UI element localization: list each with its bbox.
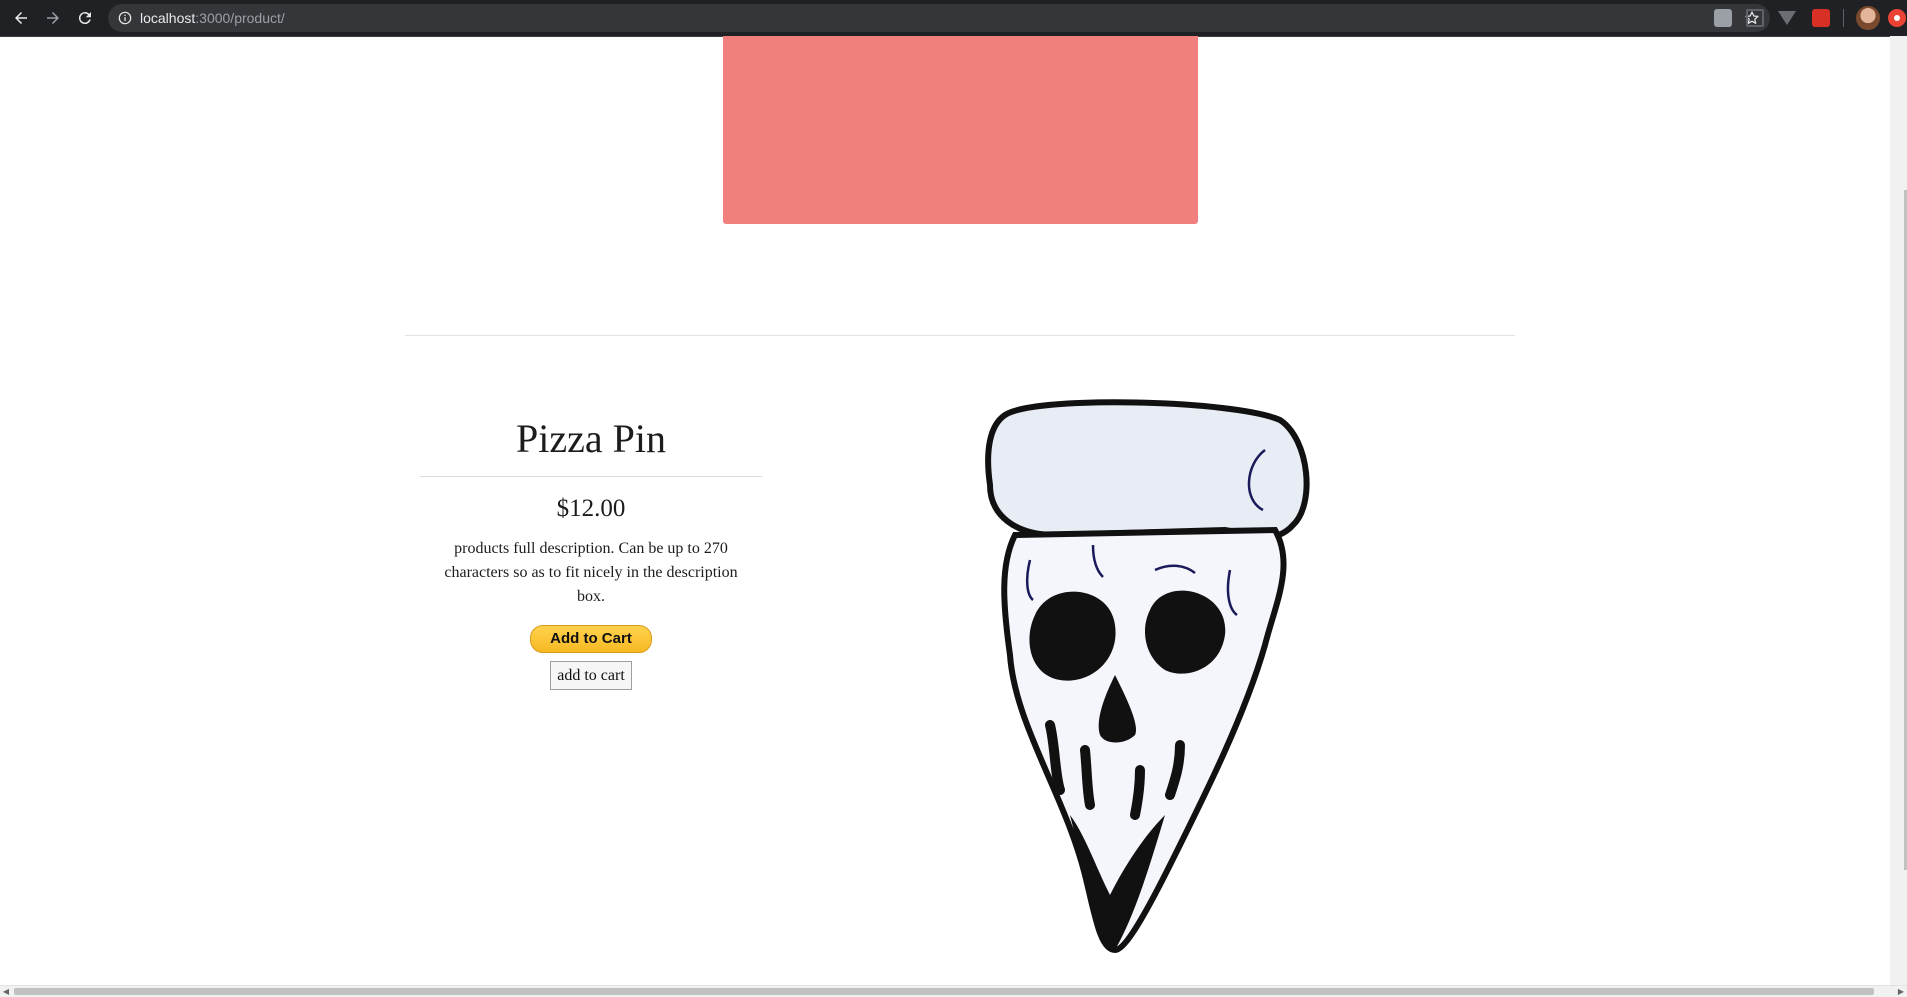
- forward-button[interactable]: [39, 4, 67, 32]
- add-to-cart-button[interactable]: add to cart: [550, 661, 632, 690]
- url-host: localhost: [140, 10, 196, 26]
- profile-avatar[interactable]: [1856, 6, 1880, 30]
- toolbar-divider: [1843, 9, 1844, 27]
- url-path: :3000/product/: [195, 10, 285, 26]
- title-divider: [420, 476, 762, 477]
- scroll-right-icon[interactable]: ▶: [1895, 986, 1907, 997]
- notification-badge-icon[interactable]: [1888, 9, 1906, 27]
- url-text[interactable]: localhost:3000/product/: [140, 4, 285, 32]
- address-bar[interactable]: localhost:3000/product/: [108, 4, 1770, 32]
- product-description: products full description. Can be up to …: [444, 540, 738, 605]
- product-info: Pizza Pin $12.00 products full descripti…: [420, 410, 762, 690]
- back-arrow-icon: [15, 12, 27, 24]
- horizontal-scrollbar[interactable]: ◀ ▶: [0, 985, 1907, 997]
- extension-1-icon[interactable]: [1714, 9, 1732, 27]
- scroll-left-icon[interactable]: ◀: [0, 986, 12, 997]
- forward-arrow-icon: [47, 12, 59, 24]
- horizontal-scroll-thumb[interactable]: [14, 988, 1874, 995]
- paypal-add-to-cart-button[interactable]: Add to Cart: [530, 625, 652, 653]
- hero-banner: [723, 36, 1198, 224]
- extension-3-icon[interactable]: [1778, 11, 1796, 25]
- browser-toolbar: localhost:3000/product/: [0, 0, 1907, 37]
- extension-4-icon[interactable]: [1812, 9, 1830, 27]
- skull-pizza-pin-image: [985, 399, 1310, 954]
- info-icon[interactable]: [118, 11, 132, 25]
- product-price: $12.00: [556, 495, 626, 522]
- reload-icon: [78, 12, 91, 25]
- extension-2-icon[interactable]: [1746, 9, 1764, 27]
- product-title: Pizza Pin: [516, 416, 666, 461]
- section-divider: [405, 335, 1515, 336]
- back-button[interactable]: [7, 4, 35, 32]
- reload-button[interactable]: [71, 4, 99, 32]
